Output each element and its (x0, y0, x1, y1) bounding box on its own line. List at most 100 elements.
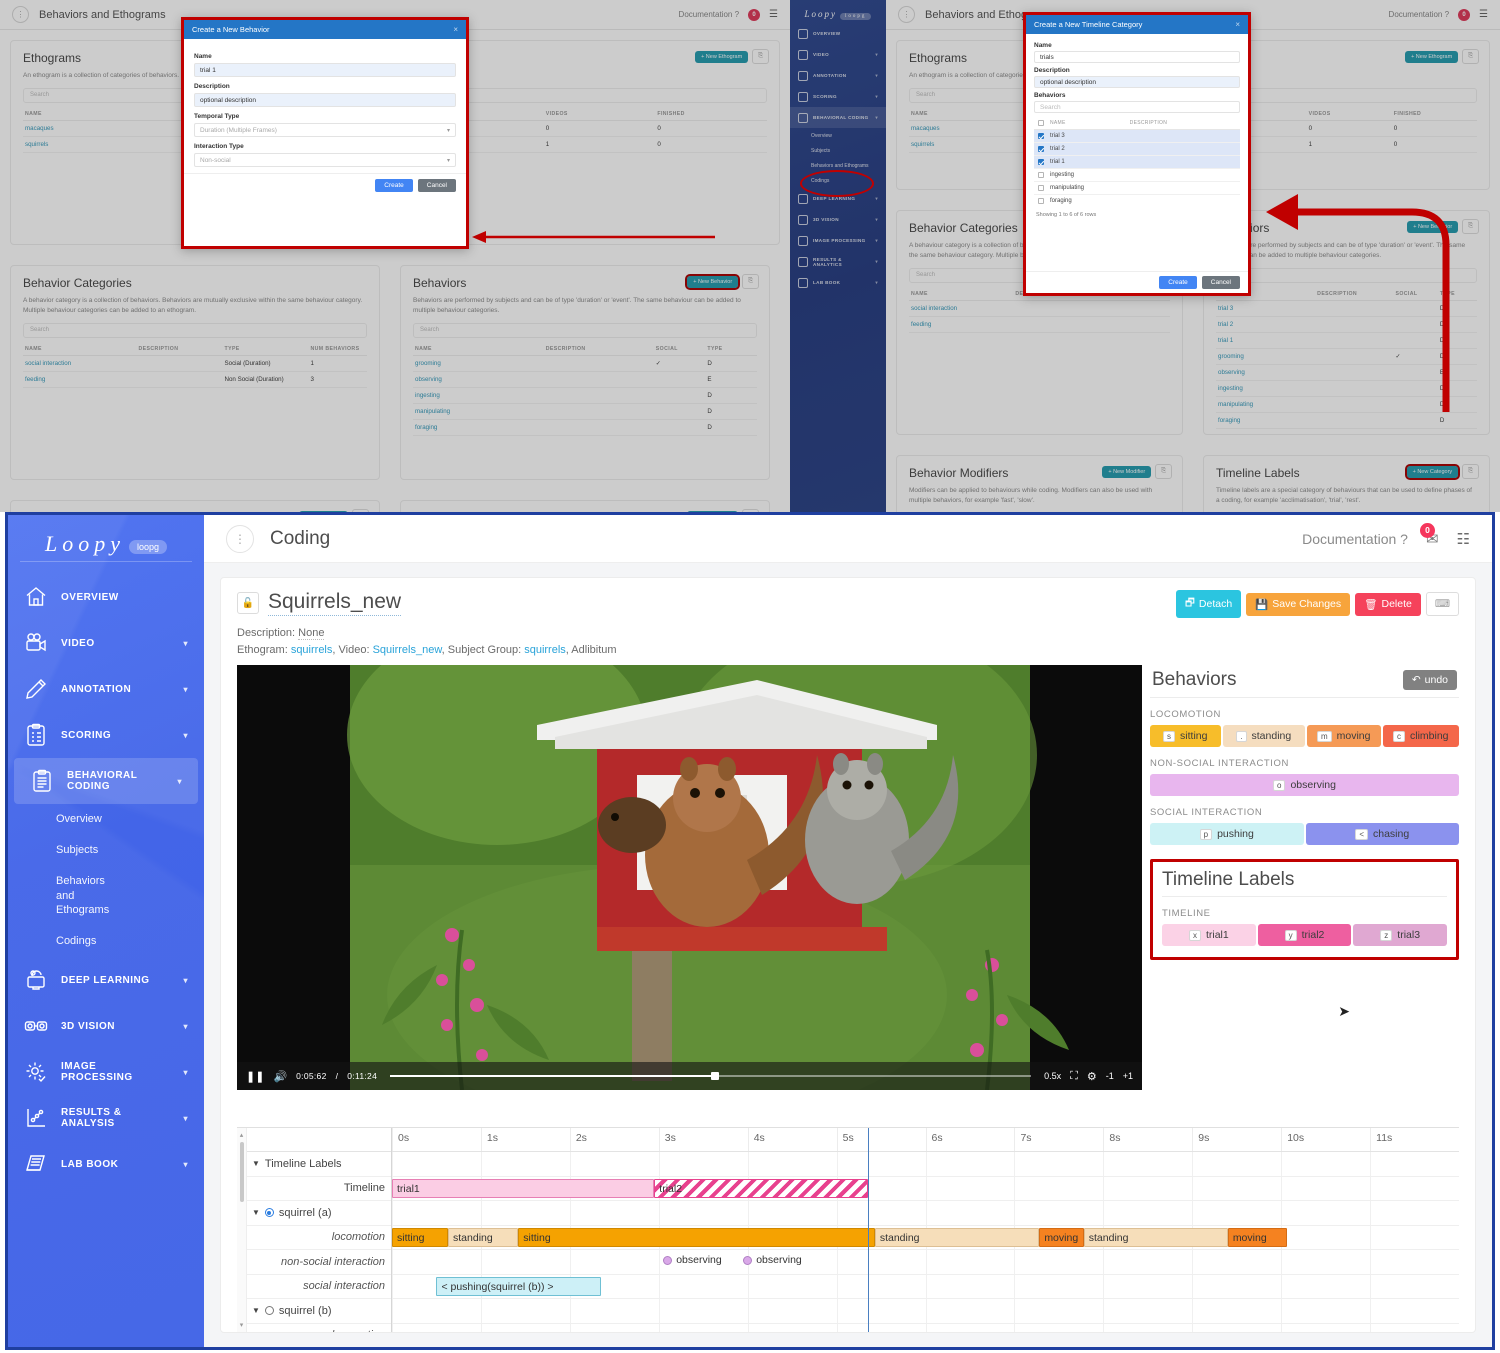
track-locomotion-b[interactable] (392, 1323, 1459, 1332)
cancel-button[interactable]: Cancel (417, 179, 456, 192)
cancel-button[interactable]: Cancel (1201, 276, 1240, 289)
cell-name[interactable]: observing (413, 371, 544, 388)
checkbox-icon[interactable] (1038, 133, 1044, 139)
sidebar-subitem-codings[interactable]: Codings (8, 926, 204, 957)
track-locomotion-a[interactable]: sitting standing sitting standing moving stan… (392, 1225, 1459, 1250)
timeline-cell[interactable] (658, 1299, 748, 1323)
tl-behaviors-copy-icon[interactable]: ⎘ (742, 274, 759, 289)
timeline-cell[interactable] (1192, 1152, 1281, 1176)
scroll-down-icon[interactable]: ▾ (240, 1321, 244, 1329)
timeline-cell[interactable] (925, 1176, 1015, 1200)
interaction-type-select[interactable]: Non-social ▾ (194, 153, 456, 167)
timeline-segment[interactable]: sitting (392, 1228, 449, 1247)
timeline-cell[interactable] (836, 1323, 926, 1332)
timeline-cell[interactable] (1281, 1176, 1370, 1200)
timeline-cell[interactable] (1281, 1152, 1370, 1176)
timeline-segment[interactable]: sitting (518, 1228, 875, 1247)
table-row[interactable]: foraging D (413, 419, 757, 436)
timeline-cell[interactable] (480, 1152, 570, 1176)
timeline-cell[interactable] (1014, 1250, 1103, 1274)
timeline-cell[interactable] (1103, 1201, 1192, 1225)
timeline-cell[interactable] (480, 1299, 570, 1323)
timeline-cell[interactable] (658, 1323, 748, 1332)
cell-name[interactable]: manipulating (413, 403, 544, 420)
timeline-ruler[interactable]: 0s 1s 2s 3s 4s 5s 6s 7s 8s 9s 10s 11s (392, 1128, 1459, 1152)
sidebar-item-deep-learning[interactable]: DEEP LEARNING ▾ (8, 957, 204, 1003)
tr-documentation-link[interactable]: Documentation ? (1389, 10, 1449, 19)
mini-nav-video[interactable]: VIDEO ▾ (790, 44, 886, 65)
timeline-cell[interactable] (1103, 1323, 1192, 1332)
behavior-checkbox-row[interactable]: manipulating (1034, 182, 1240, 195)
timeline-cell[interactable] (836, 1299, 926, 1323)
sidebar-item-overview[interactable]: OVERVIEW (8, 574, 204, 620)
timeline-cell[interactable] (747, 1201, 837, 1225)
cell-name[interactable]: foraging (413, 419, 544, 436)
playback-speed[interactable]: 0.5x (1044, 1071, 1061, 1081)
undo-button[interactable]: ↶ undo (1402, 670, 1457, 691)
track-social-a[interactable]: < pushing(squirrel (b)) > (392, 1274, 1459, 1299)
sidebar-subitem-overview[interactable]: Overview (8, 804, 204, 835)
timeline-segment[interactable]: standing (874, 1228, 1040, 1247)
table-row[interactable]: social interaction Social (Duration) 1 (23, 355, 367, 372)
timeline-cell[interactable] (1014, 1274, 1103, 1298)
timeline-cell[interactable] (747, 1274, 837, 1298)
behavior-checkbox-row[interactable]: trial 2 (1034, 143, 1240, 156)
timeline-cell[interactable] (1103, 1274, 1192, 1298)
behavior-chip-moving[interactable]: m moving (1306, 725, 1381, 748)
timeline-cell[interactable] (480, 1250, 570, 1274)
kebab-icon[interactable]: ⋮ (226, 524, 254, 553)
timeline-cell[interactable] (392, 1201, 481, 1225)
save-changes-button[interactable]: 💾 Save Changes (1246, 592, 1351, 616)
timeline-cell[interactable] (1281, 1201, 1370, 1225)
track-timeline[interactable]: trial1 trial2 (392, 1176, 1459, 1201)
tr-list-icon[interactable]: ☰ (1479, 9, 1488, 20)
row-label-timeline-labels[interactable]: ▼ Timeline Labels (247, 1152, 391, 1177)
timeline-event[interactable]: observing (743, 1254, 802, 1266)
timeline-cell[interactable] (1281, 1225, 1370, 1249)
timeline-chip-trial1[interactable]: x trial1 (1162, 924, 1256, 947)
timeline-cell[interactable] (1103, 1176, 1192, 1200)
sidebar-item-3d-vision[interactable]: 3D VISION ▾ (8, 1003, 204, 1049)
timeline-cell[interactable] (569, 1250, 659, 1274)
behavior-checkbox-row[interactable]: trial 3 (1034, 130, 1240, 143)
timeline-event[interactable]: observing (663, 1254, 722, 1266)
mini-nav-overview[interactable]: OVERVIEW (790, 23, 886, 44)
timeline-cell[interactable] (1014, 1152, 1103, 1176)
delete-button[interactable]: 🗑 Delete (1355, 592, 1421, 616)
settings-gear-icon[interactable]: ⚙ (1087, 1070, 1097, 1083)
timeline-cell[interactable] (925, 1201, 1015, 1225)
timeline-segment[interactable]: trial2 (654, 1179, 868, 1198)
behavior-chip-chasing[interactable]: < chasing (1305, 823, 1459, 846)
mini-nav-image-processing[interactable]: IMAGE PROCESSING ▾ (790, 230, 886, 251)
fullscreen-icon[interactable]: ⛶ (1070, 1070, 1078, 1083)
behavior-checkbox-row[interactable]: ingesting (1034, 169, 1240, 182)
timeline-cell[interactable] (1370, 1225, 1459, 1249)
timeline-cell[interactable] (1281, 1250, 1370, 1274)
behavior-chip-pushing[interactable]: p pushing (1150, 823, 1304, 846)
select-all-checkbox[interactable] (1038, 120, 1044, 126)
temporal-type-select[interactable]: Duration (Multiple Frames) ▾ (194, 123, 456, 137)
table-row[interactable]: observing E (413, 371, 757, 388)
timeline-cell[interactable] (480, 1201, 570, 1225)
timeline-cell[interactable] (1370, 1274, 1459, 1298)
mini-nav-results-analytics[interactable]: RESULTS & ANALYTICS ▾ (790, 251, 886, 272)
caret-icon[interactable]: ▼ (252, 1208, 260, 1217)
caret-icon[interactable]: ▼ (252, 1306, 260, 1315)
timeline-cell[interactable] (925, 1274, 1015, 1298)
table-row[interactable]: feeding (909, 316, 1170, 333)
timeline-cell[interactable] (747, 1323, 837, 1332)
timeline-cell[interactable] (925, 1299, 1015, 1323)
timeline-cell[interactable] (1192, 1274, 1281, 1298)
table-row[interactable]: grooming ✓ D (413, 355, 757, 372)
timeline-cell[interactable] (1014, 1176, 1103, 1200)
name-field[interactable]: trials (1034, 51, 1240, 63)
timeline-cell[interactable] (1370, 1250, 1459, 1274)
create-button[interactable]: Create (375, 179, 413, 192)
timeline-cell[interactable] (1192, 1201, 1281, 1225)
row-label-squirrel-a[interactable]: ▼ squirrel (a) (247, 1201, 391, 1226)
timeline-segment[interactable]: standing (448, 1228, 519, 1247)
cell-name[interactable]: grooming (413, 355, 544, 372)
frame-back-button[interactable]: -1 (1106, 1071, 1114, 1081)
tr-new-modifier-button[interactable]: + New Modifier (1102, 465, 1152, 478)
timeline-chip-trial3[interactable]: z trial3 (1353, 924, 1448, 947)
